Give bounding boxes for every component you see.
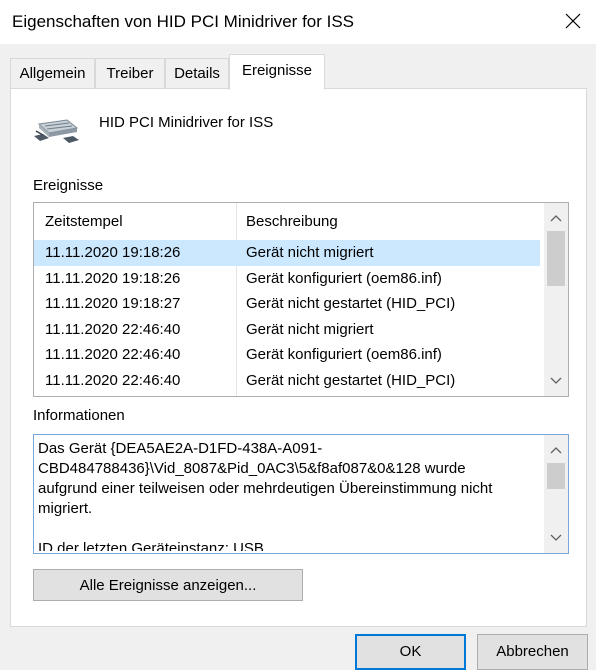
scroll-thumb[interactable]: [547, 231, 565, 286]
device-name: HID PCI Minidriver for ISS: [99, 114, 274, 131]
events-listbox[interactable]: Zeitstempel Beschreibung 11.11.2020 19:1…: [33, 202, 569, 397]
event-row[interactable]: 11.11.2020 19:18:26 Gerät nicht migriert: [34, 240, 540, 266]
tab-panel: HID PCI Minidriver for ISS Ereignisse Ze…: [10, 88, 587, 627]
event-description: Gerät konfiguriert (oem86.inf): [246, 269, 442, 287]
event-time: 11.11.2020 22:46:40: [45, 371, 181, 389]
column-header-description[interactable]: Beschreibung: [246, 213, 338, 230]
event-description: Gerät nicht gestartet (HID_PCI): [246, 295, 456, 313]
event-row[interactable]: 11.11.2020 19:18:27 Gerät nicht gestarte…: [34, 291, 540, 317]
tab-details[interactable]: Details: [165, 58, 229, 89]
event-row[interactable]: 11.11.2020 22:46:40 Gerät nicht migriert: [34, 317, 540, 343]
information-text: Das Gerät {DEA5AE2A-D1FD-438A-A091- CBD4…: [38, 440, 493, 551]
chevron-up-icon: [550, 447, 562, 454]
event-time: 11.11.2020 19:18:27: [45, 295, 181, 313]
chevron-up-icon: [550, 215, 562, 222]
close-icon: [565, 13, 581, 29]
scroll-up-button[interactable]: [544, 207, 568, 231]
information-scrollbar[interactable]: [544, 435, 568, 553]
scroll-down-button[interactable]: [544, 368, 568, 392]
events-scrollbar[interactable]: [544, 203, 568, 396]
event-time: 11.11.2020 19:18:26: [45, 244, 181, 261]
event-row[interactable]: 11.11.2020 22:46:40 Gerät konfiguriert (…: [34, 342, 540, 368]
event-row[interactable]: 11.11.2020 19:18:26 Gerät konfiguriert (…: [34, 266, 540, 292]
event-description: Gerät konfiguriert (oem86.inf): [246, 346, 442, 364]
chevron-down-icon: [550, 377, 562, 384]
scroll-down-button[interactable]: [544, 525, 568, 549]
close-button[interactable]: [550, 0, 596, 44]
event-time: 11.11.2020 22:46:40: [45, 346, 181, 364]
column-header-timestamp[interactable]: Zeitstempel: [45, 213, 123, 230]
cancel-button[interactable]: Abbrechen: [477, 634, 588, 670]
tab-allgemein[interactable]: Allgemein: [10, 58, 95, 89]
event-description: Gerät nicht migriert: [246, 320, 374, 338]
hid-device-icon: [33, 116, 83, 150]
event-description: Gerät nicht gestartet (HID_PCI): [246, 371, 456, 389]
event-time: 11.11.2020 22:46:40: [45, 320, 181, 338]
events-rows: 11.11.2020 19:18:26 Gerät nicht migriert…: [34, 240, 540, 394]
events-list-header: Zeitstempel Beschreibung: [34, 203, 540, 239]
show-all-events-button[interactable]: Alle Ereignisse anzeigen...: [33, 569, 303, 601]
information-textbox[interactable]: Das Gerät {DEA5AE2A-D1FD-438A-A091- CBD4…: [33, 434, 569, 554]
ok-button[interactable]: OK: [355, 634, 466, 670]
event-row[interactable]: 11.11.2020 22:46:40 Gerät nicht gestarte…: [34, 368, 540, 394]
events-label: Ereignisse: [33, 177, 104, 194]
window-title: Eigenschaften von HID PCI Minidriver for…: [12, 12, 355, 31]
event-description: Gerät nicht migriert: [246, 244, 374, 261]
scroll-up-button[interactable]: [544, 439, 568, 463]
event-time: 11.11.2020 19:18:26: [45, 269, 181, 287]
chevron-down-icon: [550, 534, 562, 541]
tab-treiber[interactable]: Treiber: [95, 58, 165, 89]
scroll-thumb[interactable]: [547, 463, 565, 489]
title-bar: Eigenschaften von HID PCI Minidriver for…: [0, 0, 596, 44]
information-label: Informationen: [33, 407, 125, 424]
tab-ereignisse[interactable]: Ereignisse: [229, 54, 325, 90]
